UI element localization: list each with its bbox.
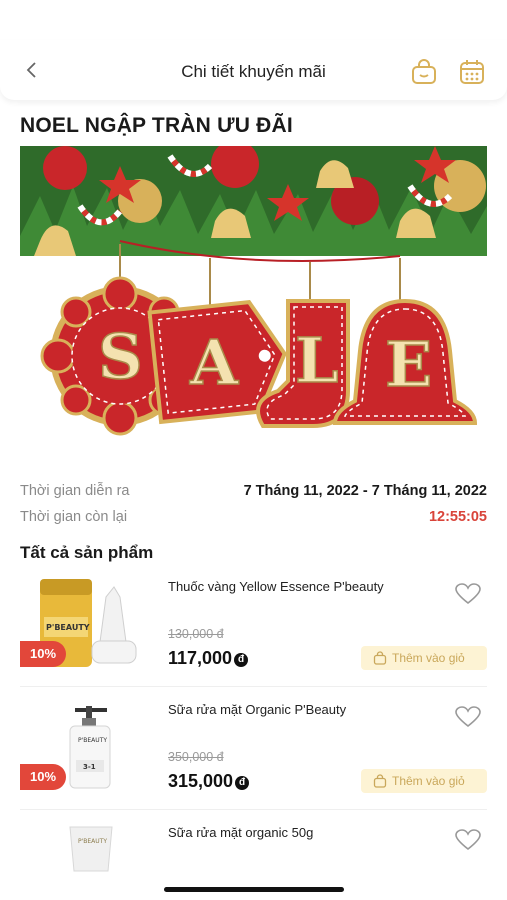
banner-letter-a: A [189,326,239,399]
product-item[interactable]: P'BEAUTY 3-1 10% Sữa rửa mặt Organic P'B… [20,700,487,818]
product-name[interactable]: Sữa rửa mặt Organic P'Beauty [168,702,346,717]
divider [20,686,487,687]
promotion-title: NOEL NGẬP TRÀN ƯU ĐÃI [20,114,293,137]
banner-letter-e: E [385,328,432,401]
top-bar: Chi tiết khuyến mãi [0,40,507,100]
heart-icon[interactable] [455,829,481,851]
products-section-title: Tất cả sản phẩm [20,543,154,562]
discount-badge: 10% [20,641,66,667]
original-price: 350,000 đ [168,750,224,764]
heart-icon[interactable] [455,583,481,605]
christmas-sale-banner-image: S A L E [20,146,487,436]
duration-label: Thời gian diễn ra [20,483,130,499]
shopping-bag-icon[interactable] [410,58,438,86]
add-to-cart-button[interactable]: Thêm vào giỏ [361,769,487,793]
sale-price: 117,000 đ [168,648,249,669]
product-name[interactable]: Thuốc vàng Yellow Essence P'beauty [168,579,384,594]
calendar-icon[interactable] [458,58,486,86]
discount-badge: 10% [20,764,66,790]
product-item[interactable]: P'BEAUTY 10% Thuốc vàng Yellow Essence P… [20,577,487,695]
svg-text:3-1: 3-1 [83,763,96,771]
product-item[interactable]: P'BEAUTY Sữa rửa mặt organic 50g [20,823,487,883]
duration-value: 7 Tháng 11, 2022 - 7 Tháng 11, 2022 [243,483,487,499]
heart-icon[interactable] [455,706,481,728]
svg-text:P'BEAUTY: P'BEAUTY [78,737,107,744]
remaining-time-label: Thời gian còn lại [20,509,128,525]
banner-letter-l: L [295,324,339,397]
svg-text:P'BEAUTY: P'BEAUTY [78,838,107,845]
promotion-banner: S A L E [20,146,487,446]
bag-icon [373,774,387,788]
svg-text:P'BEAUTY: P'BEAUTY [46,623,90,632]
original-price: 130,000 đ [168,627,224,641]
product-name[interactable]: Sữa rửa mặt organic 50g [168,825,313,840]
banner-letter-s: S [98,320,143,393]
product-image-organic-cleanser-50g: P'BEAUTY [69,826,113,872]
bag-icon [373,651,387,665]
countdown-timer: 12:55:05 [428,509,487,525]
divider [20,809,487,810]
sale-price: 315,000 đ [168,771,250,792]
home-indicator[interactable] [164,887,344,892]
add-to-cart-button[interactable]: Thêm vào giỏ [361,646,487,670]
